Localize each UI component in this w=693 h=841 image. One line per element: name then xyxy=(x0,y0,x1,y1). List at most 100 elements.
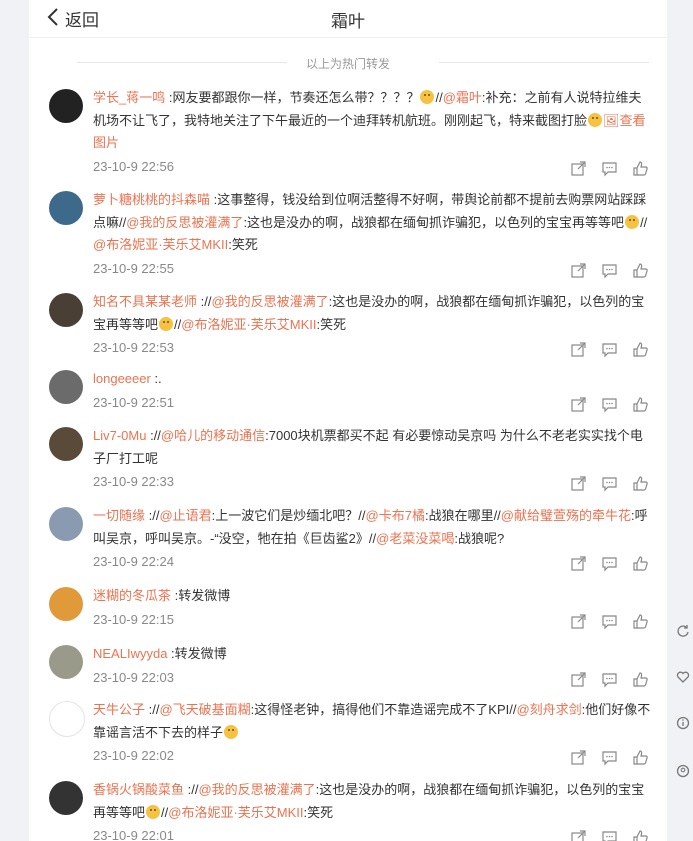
share-icon[interactable] xyxy=(570,160,587,177)
repost-text: longeeeer :. xyxy=(93,368,653,391)
like-icon[interactable] xyxy=(632,262,649,279)
avatar[interactable] xyxy=(49,507,83,541)
mention-link[interactable]: @卡布7橘 xyxy=(366,508,425,523)
timestamp: 23-10-9 22:56 xyxy=(93,158,174,174)
emoji-icon xyxy=(625,214,640,229)
comment-icon[interactable] xyxy=(601,613,618,630)
mention-link[interactable]: @飞天破基面糊 xyxy=(159,702,250,717)
share-icon[interactable] xyxy=(570,671,587,688)
timestamp: 23-10-9 22:51 xyxy=(93,394,174,410)
mention-link[interactable]: @霜叶 xyxy=(443,90,482,105)
like-icon[interactable] xyxy=(632,396,649,413)
repost-text-segment: :// xyxy=(145,702,160,717)
repost-text-segment: // xyxy=(435,90,443,105)
username-link[interactable]: 天牛公子 xyxy=(93,702,145,717)
mention-link[interactable]: @布洛妮亚·芙乐艾MKII xyxy=(168,805,303,820)
comment-icon[interactable] xyxy=(601,160,618,177)
share-icon[interactable] xyxy=(570,555,587,572)
avatar[interactable] xyxy=(49,293,83,327)
username-link[interactable]: NEALIwyyda xyxy=(93,646,167,661)
action-bar xyxy=(570,749,649,766)
username-link[interactable]: 迷糊的冬瓜茶 xyxy=(93,588,171,603)
mention-link[interactable]: @我的反思被灌满了 xyxy=(126,215,243,230)
like-icon[interactable] xyxy=(632,475,649,492)
repost-text: NEALIwyyda :转发微博 xyxy=(93,643,653,666)
repost-text: 一切随缘 ://@止语君:上一波它们是炒缅北吧？//@卡布7橘:战狼在哪里//@… xyxy=(93,505,653,550)
repost-text-segment: // xyxy=(640,214,648,230)
repost-text: 迷糊的冬瓜茶 :转发微博 xyxy=(93,585,653,608)
like-icon[interactable] xyxy=(632,829,649,841)
avatar[interactable] xyxy=(49,427,83,461)
timestamp: 23-10-9 22:55 xyxy=(93,260,174,276)
repost-text-segment: :转发微博 xyxy=(167,646,227,661)
like-icon[interactable] xyxy=(632,160,649,177)
like-icon[interactable] xyxy=(632,341,649,358)
timestamp: 23-10-9 22:24 xyxy=(93,554,174,569)
comment-icon[interactable] xyxy=(601,396,618,413)
comment-icon[interactable] xyxy=(601,671,618,688)
timestamp: 23-10-9 22:03 xyxy=(93,669,174,685)
comment-icon[interactable] xyxy=(601,555,618,572)
share-icon[interactable] xyxy=(570,341,587,358)
emoji-icon xyxy=(420,90,435,104)
share-icon[interactable] xyxy=(570,475,587,492)
avatar[interactable] xyxy=(49,370,83,404)
avatar[interactable] xyxy=(49,191,83,225)
like-icon[interactable] xyxy=(632,613,649,630)
info-icon[interactable] xyxy=(676,716,690,730)
mention-link[interactable]: @止语君 xyxy=(159,508,211,523)
mention-link[interactable]: @老菜没菜喝 xyxy=(376,531,454,546)
share-icon[interactable] xyxy=(570,262,587,279)
repost-text-segment: :转发微博 xyxy=(171,588,231,603)
action-bar xyxy=(570,555,649,572)
emoji-icon xyxy=(146,804,161,819)
repost-text-segment: :// xyxy=(184,782,199,797)
heart-icon[interactable] xyxy=(676,670,690,684)
avatar[interactable] xyxy=(49,781,83,815)
repost-text-segment: :// xyxy=(145,508,160,523)
avatar[interactable] xyxy=(49,587,83,621)
username-link[interactable]: 知名不具某某老师 xyxy=(93,294,197,309)
comment-icon[interactable] xyxy=(601,341,618,358)
repost-text-segment: :这得怪老钟，搞得他们不靠造谣完成不了KPI// xyxy=(250,702,517,717)
repost-panel: 返回 霜叶 以上为热门转发 学长_蒋一鸣 :网友要都跟你一样，节奏还怎么带？？？… xyxy=(29,0,667,841)
username-link[interactable]: Liv7-0Mu xyxy=(93,428,146,443)
user-icon[interactable] xyxy=(676,764,690,778)
emoji-icon xyxy=(224,724,239,739)
refresh-icon[interactable] xyxy=(676,624,690,638)
repost-text: 香锅火锅酸菜鱼 ://@我的反思被灌满了:这也是没办的啊，战狼都在缅甸抓诈骗犯，… xyxy=(93,779,653,824)
repost-text-segment: :战狼呢? xyxy=(454,530,505,546)
mention-link[interactable]: @我的反思被灌满了 xyxy=(211,294,328,309)
mention-link[interactable]: @献给璧萱殇的牵牛花 xyxy=(501,508,631,523)
comment-icon[interactable] xyxy=(601,262,618,279)
action-bar xyxy=(570,829,649,841)
avatar[interactable] xyxy=(49,89,83,123)
avatar[interactable] xyxy=(49,645,83,679)
username-link[interactable]: 一切随缘 xyxy=(93,508,145,523)
avatar[interactable] xyxy=(49,701,85,737)
comment-icon[interactable] xyxy=(601,475,618,492)
action-bar xyxy=(570,341,649,358)
like-icon[interactable] xyxy=(632,749,649,766)
comment-icon[interactable] xyxy=(601,749,618,766)
mention-link[interactable]: @我的反思被灌满了 xyxy=(198,782,315,797)
mention-link[interactable]: @布洛妮亚·芙乐艾MKII xyxy=(93,237,228,252)
username-link[interactable]: 香锅火锅酸菜鱼 xyxy=(93,782,184,797)
mention-link[interactable]: @布洛妮亚·芙乐艾MKII xyxy=(181,317,316,332)
mention-link[interactable]: @哈儿的移动通信 xyxy=(161,428,265,443)
share-icon[interactable] xyxy=(570,829,587,841)
share-icon[interactable] xyxy=(570,749,587,766)
share-icon[interactable] xyxy=(570,396,587,413)
username-link[interactable]: 萝卜糖桃桃的抖森喵 xyxy=(93,192,210,207)
like-icon[interactable] xyxy=(632,555,649,572)
comment-icon[interactable] xyxy=(601,829,618,841)
share-icon[interactable] xyxy=(570,613,587,630)
username-link[interactable]: 学长_蒋一鸣 xyxy=(93,90,165,105)
action-bar xyxy=(570,475,649,492)
repost-text-segment: :. xyxy=(150,371,162,386)
mention-link[interactable]: @刻舟求剑 xyxy=(516,702,581,717)
like-icon[interactable] xyxy=(632,671,649,688)
repost-text-segment: :网友要都跟你一样，节奏还怎么带？？？？ xyxy=(165,90,420,105)
action-bar xyxy=(570,262,649,279)
username-link[interactable]: longeeeer xyxy=(93,371,151,386)
